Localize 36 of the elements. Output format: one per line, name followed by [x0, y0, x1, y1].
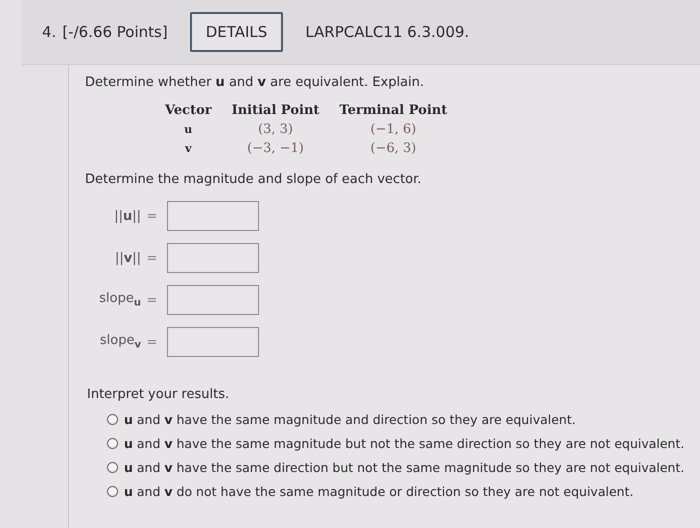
radio-button[interactable] [107, 414, 118, 425]
question-number: 4. [42, 23, 56, 41]
column-header: Terminal Point [339, 103, 448, 118]
answer-label: slope$_{u}$ [98, 291, 141, 309]
radio-button[interactable] [107, 486, 118, 497]
column-header: Initial Point [232, 103, 320, 118]
vector-name: u [184, 123, 192, 136]
point-value: (−3, −1) [247, 141, 304, 156]
instruction-text: Interpret your results. [87, 387, 230, 402]
answer-field[interactable] [167, 285, 259, 315]
answer-field[interactable] [167, 243, 259, 273]
equals-sign: = [146, 250, 158, 266]
radio-button[interactable] [107, 462, 118, 473]
equals-sign: = [146, 334, 158, 350]
vector-name: v [185, 142, 192, 155]
radio-button[interactable] [107, 438, 118, 449]
point-value: (3, 3) [258, 122, 293, 137]
problem-code: LARPCALC11 6.3.009. [305, 23, 470, 41]
question-text: Determine whether u and v are equivalent. Explain. [85, 74, 426, 90]
option-text: u and v have the same magnitude but not the same direction so they are not equivalent. [124, 436, 684, 451]
point-value: (−6, 3) [370, 141, 416, 156]
equals-sign: = [146, 292, 158, 308]
answer-label: ||u|| [113, 208, 141, 224]
points-label: [-/6.66 Points] [62, 23, 168, 41]
answer-field[interactable] [167, 201, 259, 231]
point-value: (−1, 6) [370, 122, 416, 137]
equals-sign: = [146, 208, 158, 224]
column-header: Vector [165, 103, 212, 118]
answer-label: slope$_{v}$ [98, 333, 141, 351]
answer-label: ||v|| [114, 250, 141, 266]
option-text: u and v have the same magnitude and direction so they are equivalent. [124, 412, 576, 427]
option-text: u and v do not have the same magnitude or direction so they are not equivalent. [124, 484, 634, 499]
details-button[interactable]: DETAILS [190, 12, 284, 52]
instruction-text: Determine the magnitude and slope of each vector. [85, 172, 422, 187]
answer-field[interactable] [167, 327, 259, 357]
option-text: u and v have the same direction but not the same magnitude so they are not equivalent. [124, 460, 684, 475]
